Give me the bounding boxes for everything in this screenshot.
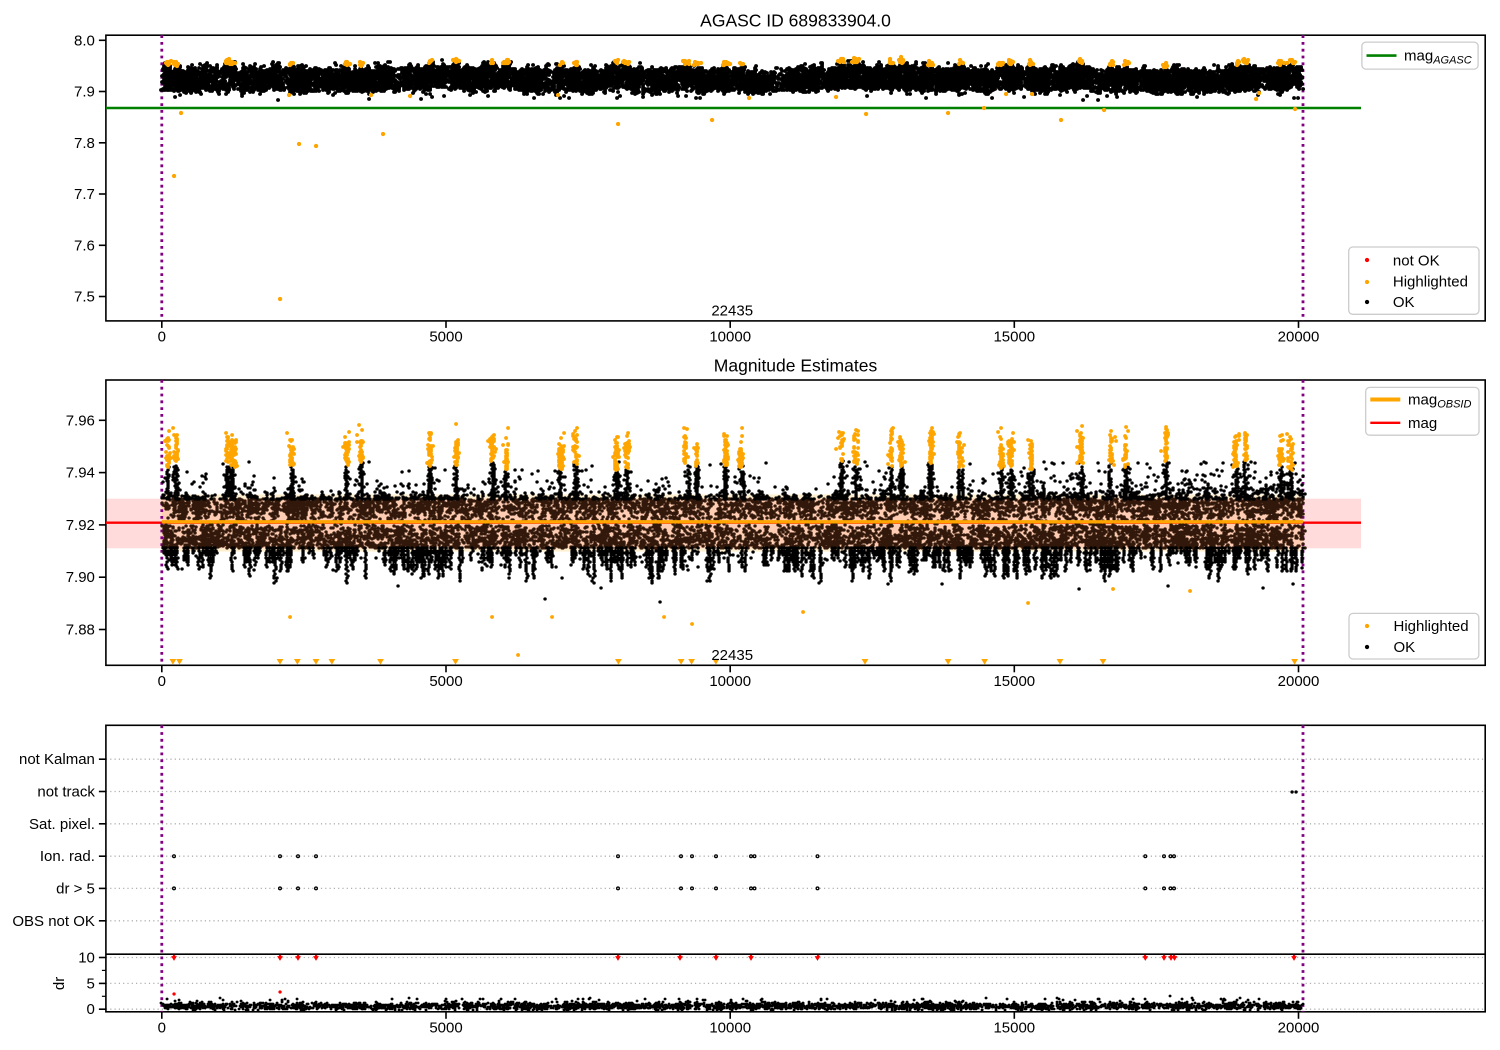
svg-text:OK: OK — [1393, 294, 1415, 311]
svg-text:20000: 20000 — [1278, 673, 1320, 690]
svg-text:8.0: 8.0 — [74, 32, 95, 49]
svg-text:0: 0 — [158, 328, 166, 345]
svg-text:7.7: 7.7 — [74, 186, 95, 203]
svg-text:0: 0 — [87, 1001, 95, 1018]
svg-text:0: 0 — [158, 1019, 166, 1036]
svg-text:10000: 10000 — [709, 673, 751, 690]
svg-text:mag: mag — [1408, 415, 1437, 432]
svg-text:7.94: 7.94 — [66, 465, 95, 482]
svg-text:7.92: 7.92 — [66, 517, 95, 534]
svg-text:0: 0 — [158, 673, 166, 690]
svg-text:7.90: 7.90 — [66, 569, 95, 586]
svg-text:5000: 5000 — [429, 673, 462, 690]
svg-text:15000: 15000 — [993, 328, 1035, 345]
svg-text:dr: dr — [51, 977, 68, 990]
svg-text:15000: 15000 — [993, 1019, 1035, 1036]
svg-text:not Kalman: not Kalman — [19, 751, 95, 768]
svg-text:OK: OK — [1394, 639, 1416, 656]
svg-text:7.8: 7.8 — [74, 135, 95, 152]
svg-text:15000: 15000 — [993, 673, 1035, 690]
svg-text:7.96: 7.96 — [66, 412, 95, 429]
svg-text:dr > 5: dr > 5 — [56, 880, 95, 897]
svg-text:7.9: 7.9 — [74, 84, 95, 101]
svg-text:not OK: not OK — [1393, 252, 1440, 269]
svg-text:7.5: 7.5 — [74, 289, 95, 306]
svg-text:Sat. pixel.: Sat. pixel. — [29, 816, 95, 833]
svg-text:5000: 5000 — [429, 1019, 462, 1036]
svg-text:not track: not track — [37, 784, 95, 801]
svg-text:Magnitude Estimates: Magnitude Estimates — [714, 356, 878, 376]
svg-text:20000: 20000 — [1278, 328, 1320, 345]
svg-text:7.6: 7.6 — [74, 237, 95, 254]
svg-text:5000: 5000 — [429, 328, 462, 345]
svg-text:Highlighted: Highlighted — [1393, 274, 1468, 291]
svg-text:AGASC ID 689833904.0: AGASC ID 689833904.0 — [700, 11, 891, 31]
svg-text:5: 5 — [87, 975, 95, 992]
svg-text:Ion. rad.: Ion. rad. — [40, 848, 95, 865]
svg-text:OBS not OK: OBS not OK — [12, 913, 95, 930]
svg-text:10: 10 — [78, 950, 95, 967]
svg-text:22435: 22435 — [711, 303, 753, 320]
svg-text:Highlighted: Highlighted — [1394, 618, 1469, 635]
svg-text:10000: 10000 — [709, 328, 751, 345]
svg-text:10000: 10000 — [709, 1019, 751, 1036]
svg-text:7.88: 7.88 — [66, 622, 95, 639]
svg-text:20000: 20000 — [1278, 1019, 1320, 1036]
svg-text:22435: 22435 — [711, 647, 753, 664]
